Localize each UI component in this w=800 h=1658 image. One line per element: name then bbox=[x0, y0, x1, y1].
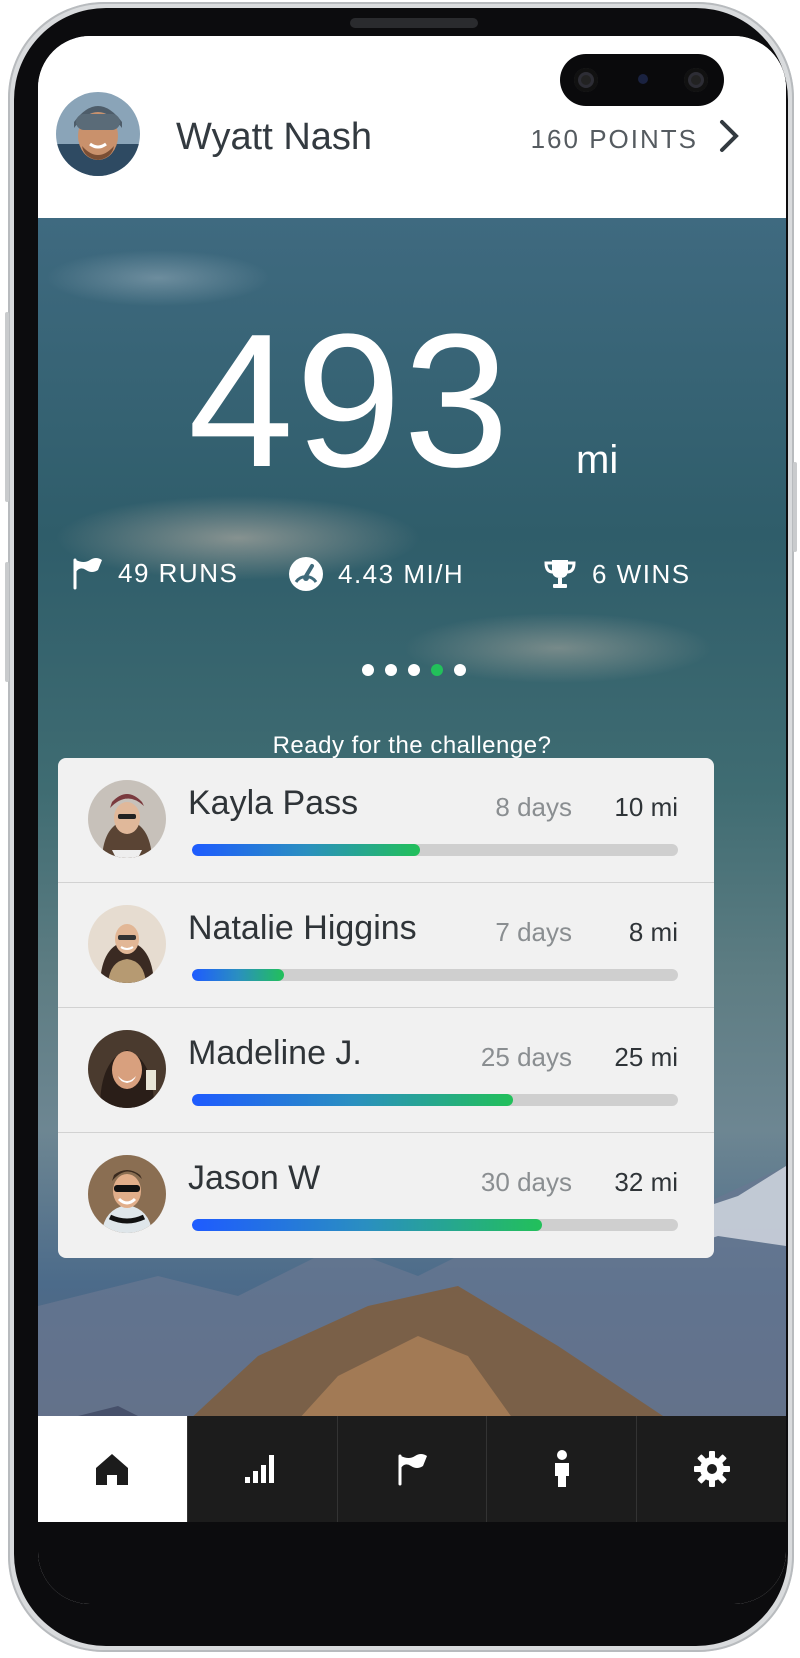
friend-name: Jason W bbox=[188, 1159, 321, 1197]
app-screen: Wyatt Nash 160 POINTS 493 mi 49 RUNS 4.4… bbox=[38, 36, 786, 1604]
days-left: 25 days bbox=[480, 1042, 572, 1072]
speedometer-icon bbox=[289, 557, 323, 591]
carousel-dot[interactable] bbox=[454, 664, 466, 676]
camera-lens-icon bbox=[684, 68, 708, 92]
friend-name: Madeline J. bbox=[188, 1034, 362, 1072]
carousel-dot[interactable] bbox=[362, 664, 374, 676]
tab-profile[interactable] bbox=[486, 1416, 636, 1522]
screen-bottom-edge bbox=[38, 1522, 786, 1604]
goal-distance: 10 mi bbox=[614, 792, 678, 822]
challenge-row[interactable]: Kayla Pass 8 days 10 mi bbox=[58, 758, 714, 883]
days-left: 8 days bbox=[495, 792, 572, 822]
user-name: Wyatt Nash bbox=[176, 116, 373, 158]
challenge-row[interactable]: Madeline J. 25 days 25 mi bbox=[58, 1008, 714, 1133]
friend-name: Kayla Pass bbox=[188, 784, 359, 822]
progress-track bbox=[192, 1094, 678, 1106]
flag-icon bbox=[398, 1454, 427, 1486]
goal-distance: 25 mi bbox=[614, 1042, 678, 1072]
camera-lens-icon bbox=[574, 68, 598, 92]
friend-name: Natalie Higgins bbox=[188, 909, 417, 947]
carousel-dot-active[interactable] bbox=[431, 664, 443, 676]
challenge-tagline: Ready for the challenge? bbox=[272, 732, 552, 759]
flag-icon bbox=[73, 558, 102, 590]
signal-bars-icon bbox=[245, 1455, 275, 1483]
wins-count: 6 WINS bbox=[592, 558, 691, 589]
tab-settings[interactable] bbox=[636, 1416, 786, 1522]
progress-fill bbox=[192, 969, 285, 981]
challenge-row[interactable]: Jason W 30 days 32 mi bbox=[58, 1133, 714, 1257]
chevron-right-icon[interactable] bbox=[710, 116, 750, 156]
wins-stat: 6 WINS bbox=[542, 556, 691, 592]
home-icon bbox=[96, 1454, 129, 1485]
challenge-row[interactable]: Natalie Higgins 7 days 8 mi bbox=[58, 883, 714, 1008]
goal-distance: 8 mi bbox=[628, 917, 678, 947]
phone-frame: Wyatt Nash 160 POINTS 493 mi 49 RUNS 4.4… bbox=[5, 2, 797, 1652]
tab-challenges[interactable] bbox=[336, 1416, 487, 1522]
friend-avatar bbox=[88, 1030, 166, 1108]
progress-track bbox=[192, 969, 678, 981]
runs-count: 49 RUNS bbox=[118, 557, 239, 588]
friend-avatar bbox=[88, 780, 166, 858]
friend-avatar bbox=[88, 905, 166, 983]
gear-icon bbox=[693, 1451, 730, 1487]
progress-track bbox=[192, 1219, 678, 1231]
progress-track bbox=[192, 844, 678, 856]
camera-cutout bbox=[560, 54, 724, 106]
volume-button bbox=[5, 312, 9, 502]
tab-stats[interactable] bbox=[186, 1416, 337, 1522]
bottom-tab-bar bbox=[38, 1416, 786, 1522]
carousel-dots[interactable] bbox=[362, 664, 466, 676]
total-distance: 493 bbox=[188, 295, 512, 507]
runs-stat: 49 RUNS bbox=[70, 556, 238, 590]
goal-distance: 32 mi bbox=[614, 1167, 678, 1197]
user-avatar[interactable] bbox=[56, 92, 140, 176]
challenge-list: Kayla Pass 8 days 10 mi Natalie Higgins … bbox=[58, 758, 714, 1258]
sensor-icon bbox=[638, 74, 648, 84]
power-button bbox=[793, 462, 797, 552]
days-left: 30 days bbox=[480, 1167, 572, 1197]
progress-fill bbox=[192, 844, 421, 856]
person-icon bbox=[554, 1450, 569, 1487]
friend-avatar bbox=[88, 1155, 166, 1233]
profile-header[interactable]: Wyatt Nash 160 POINTS bbox=[38, 36, 786, 218]
carousel-dot[interactable] bbox=[385, 664, 397, 676]
speed-stat: 4.43 MI/H bbox=[288, 556, 464, 592]
tab-home[interactable] bbox=[38, 1416, 187, 1522]
speed-value: 4.43 MI/H bbox=[338, 558, 465, 589]
carousel-dot[interactable] bbox=[408, 664, 420, 676]
days-left: 7 days bbox=[495, 917, 572, 947]
progress-fill bbox=[192, 1094, 513, 1106]
points-label[interactable]: 160 POINTS bbox=[531, 124, 698, 155]
trophy-icon bbox=[544, 560, 576, 588]
distance-unit: mi bbox=[576, 438, 619, 482]
bixby-button bbox=[5, 562, 9, 682]
earpiece-speaker bbox=[350, 18, 478, 28]
progress-fill bbox=[192, 1219, 542, 1231]
